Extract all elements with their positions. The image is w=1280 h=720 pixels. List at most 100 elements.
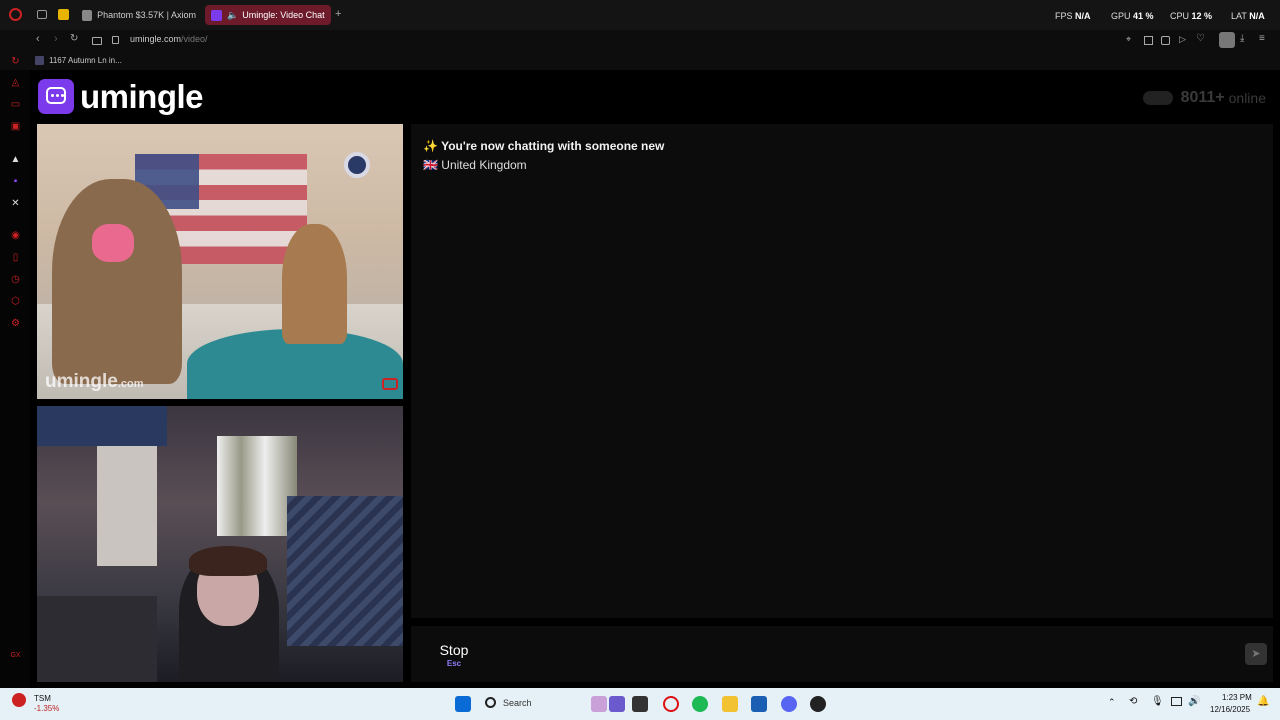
desk: [37, 596, 157, 682]
fps-readout: FPS N/A: [1055, 11, 1091, 21]
snapshot-icon[interactable]: [1144, 36, 1153, 45]
play-icon[interactable]: ▷: [1179, 34, 1186, 45]
chat-country-line: 🇬🇧 United Kingdom: [423, 158, 527, 172]
online-count: 8011+: [1180, 89, 1225, 106]
self-video: [37, 406, 403, 682]
gx-icon[interactable]: GX: [10, 650, 21, 661]
pin-icon[interactable]: ⌖: [1126, 34, 1131, 45]
extensions-icon[interactable]: ⬡: [10, 296, 21, 307]
spotify-icon[interactable]: [692, 696, 708, 712]
volume-icon[interactable]: 🔊: [1188, 696, 1200, 707]
eye-charm: [344, 152, 370, 178]
heart-icon[interactable]: ♡: [1196, 33, 1205, 44]
phantom-icon: [82, 9, 93, 21]
wizard-icon[interactable]: [609, 696, 625, 712]
stock-change: -1.35%: [34, 704, 60, 713]
stop-button[interactable]: Stop Esc: [411, 626, 497, 682]
bag-icon[interactable]: ◬: [10, 77, 21, 88]
axiom-icon[interactable]: ▲: [10, 154, 21, 165]
tab-label: Phantom $3.57K | Axiom: [97, 10, 196, 20]
lock-icon: [112, 36, 119, 44]
chat-composer: Stop Esc ➤: [411, 626, 1273, 682]
browser-sidebar: ↻ ◬ ▭ ▣ ▲ ▪ ✕ ◉ ▯ ◷ ⬡ ⚙ GX: [0, 56, 30, 688]
stop-label: Stop: [439, 642, 469, 658]
browser-tab-strip: Phantom $3.57K | Axiom 🔈 Umingle: Video …: [0, 0, 1280, 30]
windows-start-icon[interactable]: [455, 696, 471, 712]
workspace-icon[interactable]: [37, 10, 47, 19]
bookmark-item[interactable]: 1167 Autumn Ln in...: [49, 56, 122, 65]
report-icon[interactable]: [382, 378, 398, 390]
file-explorer-icon[interactable]: [722, 696, 738, 712]
store-icon[interactable]: [751, 696, 767, 712]
bookmarks-bar: 1167 Autumn Ln in...: [0, 52, 1280, 70]
download-icon[interactable]: ⤓: [1240, 33, 1244, 44]
mic-icon[interactable]: 🎙: [1151, 696, 1164, 707]
notification-icon[interactable]: 🔔: [1257, 696, 1269, 707]
speaker-icon[interactable]: 🔈: [227, 10, 238, 21]
sparkles-icon: ✨: [423, 139, 438, 153]
tab-umingle[interactable]: 🔈 Umingle: Video Chat: [205, 5, 331, 25]
player-icon[interactable]: ◉: [10, 230, 21, 241]
discord-icon[interactable]: [781, 696, 797, 712]
grid-app-icon[interactable]: [58, 9, 69, 20]
umingle-logo-text[interactable]: umingle: [80, 78, 204, 116]
windows-taskbar: TSM -1.35% Search ⌃ ⟲ 🎙 🔊 1:23 PM 12/16/…: [0, 688, 1280, 720]
umingle-tab-icon: [211, 9, 222, 21]
message-input[interactable]: [503, 626, 1273, 682]
chat-status-text: You're now chatting with someone new: [441, 139, 665, 153]
widgets-icon[interactable]: [591, 696, 607, 712]
curtain-window: [217, 436, 297, 536]
task-view-icon[interactable]: [632, 696, 648, 712]
chat-log: ✨ You're now chatting with someone new 🇬…: [411, 124, 1273, 618]
stock-icon: [12, 693, 26, 707]
umingle-logo-icon[interactable]: [38, 79, 74, 114]
back-icon[interactable]: ‹: [36, 33, 40, 45]
chat-status-line: ✨ You're now chatting with someone new: [423, 139, 664, 153]
menu-icon[interactable]: ≡: [1259, 33, 1265, 44]
camera-icon[interactable]: [92, 37, 102, 45]
online-label: online: [1228, 90, 1266, 106]
pink-cup: [92, 224, 134, 262]
url-field[interactable]: umingle.com/video/: [130, 34, 208, 44]
window-light: [97, 446, 157, 566]
online-toggle[interactable]: [1142, 91, 1173, 105]
search-bookmark-icon: [35, 56, 44, 65]
chat-icon[interactable]: ▭: [10, 99, 21, 110]
clock-time[interactable]: 1:23 PM: [1222, 693, 1252, 702]
remote-video: umingle.com: [37, 124, 403, 399]
x-icon[interactable]: ✕: [10, 198, 21, 209]
mail-icon[interactable]: ▣: [10, 121, 21, 132]
person-right: [282, 224, 347, 344]
taskbar-search[interactable]: Search: [503, 698, 532, 708]
person-left: [52, 179, 182, 384]
refresh-sidebar-icon[interactable]: ↻: [10, 56, 21, 67]
tab-axiom[interactable]: Phantom $3.57K | Axiom: [76, 5, 202, 25]
uk-flag-icon: 🇬🇧: [423, 158, 438, 172]
opera-logo-icon[interactable]: [9, 8, 22, 21]
clock-date[interactable]: 12/16/2025: [1210, 705, 1250, 714]
cpu-readout: CPU 12 %: [1170, 11, 1213, 21]
tray-chevron-icon[interactable]: ⌃: [1108, 697, 1116, 708]
forward-icon[interactable]: ›: [54, 33, 58, 45]
shield-icon[interactable]: [1161, 36, 1170, 45]
settings-icon[interactable]: ⚙: [10, 318, 21, 329]
sync-icon[interactable]: ⟲: [1129, 696, 1137, 707]
opera-gx-icon[interactable]: [663, 696, 679, 712]
profile-avatar[interactable]: [1219, 32, 1235, 48]
address-bar: ‹ › ↻ umingle.com/video/ ⌖ ▷ ♡ ⤓ ≡: [0, 30, 1280, 52]
app-icon[interactable]: [810, 696, 826, 712]
chat-country: United Kingdom: [441, 158, 527, 172]
send-icon[interactable]: ➤: [1245, 643, 1267, 665]
history-icon[interactable]: ◷: [10, 274, 21, 285]
self-hair: [189, 546, 267, 576]
poster-wall: [37, 406, 167, 446]
reload-icon[interactable]: ↻: [70, 33, 78, 44]
new-tab-button[interactable]: +: [335, 8, 341, 20]
bookmark-sidebar-icon[interactable]: ▯: [10, 252, 21, 263]
twitch-icon[interactable]: ▪: [10, 176, 21, 187]
gpu-readout: GPU 41 %: [1111, 11, 1154, 21]
taskbar-search-icon[interactable]: [485, 697, 496, 708]
stock-ticker: TSM: [34, 694, 51, 703]
umingle-watermark: umingle.com: [45, 371, 144, 392]
network-icon[interactable]: [1171, 697, 1182, 706]
